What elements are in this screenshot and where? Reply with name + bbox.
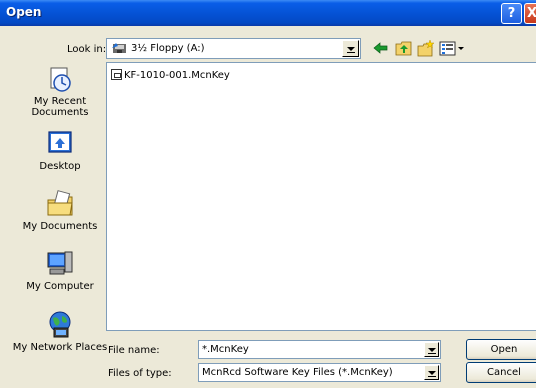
- look-in-dropdown[interactable]: 3½ Floppy (A:): [106, 38, 361, 59]
- files-of-type-dropdown-arrow[interactable]: [424, 365, 439, 380]
- floppy-drive-icon: [112, 43, 126, 53]
- place-label: Desktop: [39, 161, 81, 172]
- cancel-button[interactable]: Cancel: [466, 362, 536, 383]
- look-in-label: Look in:: [67, 44, 107, 55]
- network-places-icon: [49, 311, 71, 338]
- place-desktop[interactable]: Desktop: [10, 130, 110, 172]
- up-one-level-icon: [395, 41, 412, 56]
- places-bar: My Recent Documents Desktop My Documents…: [10, 62, 107, 380]
- files-of-type-select[interactable]: McnRcd Software Key Files (*.McnKey): [198, 363, 441, 382]
- place-my-network-places[interactable]: My Network Places: [10, 311, 110, 353]
- list-item[interactable]: KF-1010-001.McnKey: [111, 69, 230, 81]
- place-my-documents[interactable]: My Documents: [10, 190, 110, 232]
- file-name-label: File name:: [108, 345, 160, 356]
- place-my-computer[interactable]: My Computer: [10, 250, 110, 292]
- title-bar[interactable]: Open ? X: [0, 0, 536, 26]
- place-label: My Network Places: [12, 342, 108, 353]
- recent-documents-icon: [50, 67, 71, 92]
- look-in-dropdown-arrow[interactable]: [342, 40, 359, 57]
- look-in-value: 3½ Floppy (A:): [131, 43, 205, 54]
- files-of-type-value: McnRcd Software Key Files (*.McnKey): [202, 367, 393, 378]
- new-folder-button[interactable]: [417, 39, 435, 57]
- file-name: KF-1010-001.McnKey: [124, 70, 230, 81]
- place-label: My Computer: [26, 281, 94, 292]
- my-computer-icon: [47, 251, 73, 275]
- close-button[interactable]: X: [524, 3, 536, 24]
- key-file-icon: [111, 69, 122, 80]
- file-list[interactable]: KF-1010-001.McnKey: [106, 62, 536, 331]
- place-label: My Documents: [22, 221, 98, 232]
- file-name-input[interactable]: *.McnKey: [198, 340, 441, 359]
- new-folder-icon: [417, 39, 435, 57]
- file-name-value: *.McnKey: [202, 344, 249, 355]
- place-label: My Recent Documents: [31, 96, 89, 118]
- views-menu-icon: [439, 41, 464, 56]
- views-menu-button[interactable]: [439, 40, 467, 57]
- dialog-title: Open: [6, 5, 42, 19]
- back-arrow-icon: [373, 42, 388, 54]
- help-button[interactable]: ?: [501, 3, 522, 24]
- files-of-type-label: Files of type:: [108, 368, 172, 379]
- my-documents-icon: [47, 190, 73, 216]
- back-button[interactable]: [372, 40, 390, 57]
- desktop-icon: [48, 131, 72, 153]
- file-name-dropdown-arrow[interactable]: [424, 342, 439, 357]
- open-button[interactable]: Open: [466, 339, 536, 360]
- place-my-recent-documents[interactable]: My Recent Documents: [10, 65, 110, 118]
- up-one-level-button[interactable]: [395, 40, 413, 57]
